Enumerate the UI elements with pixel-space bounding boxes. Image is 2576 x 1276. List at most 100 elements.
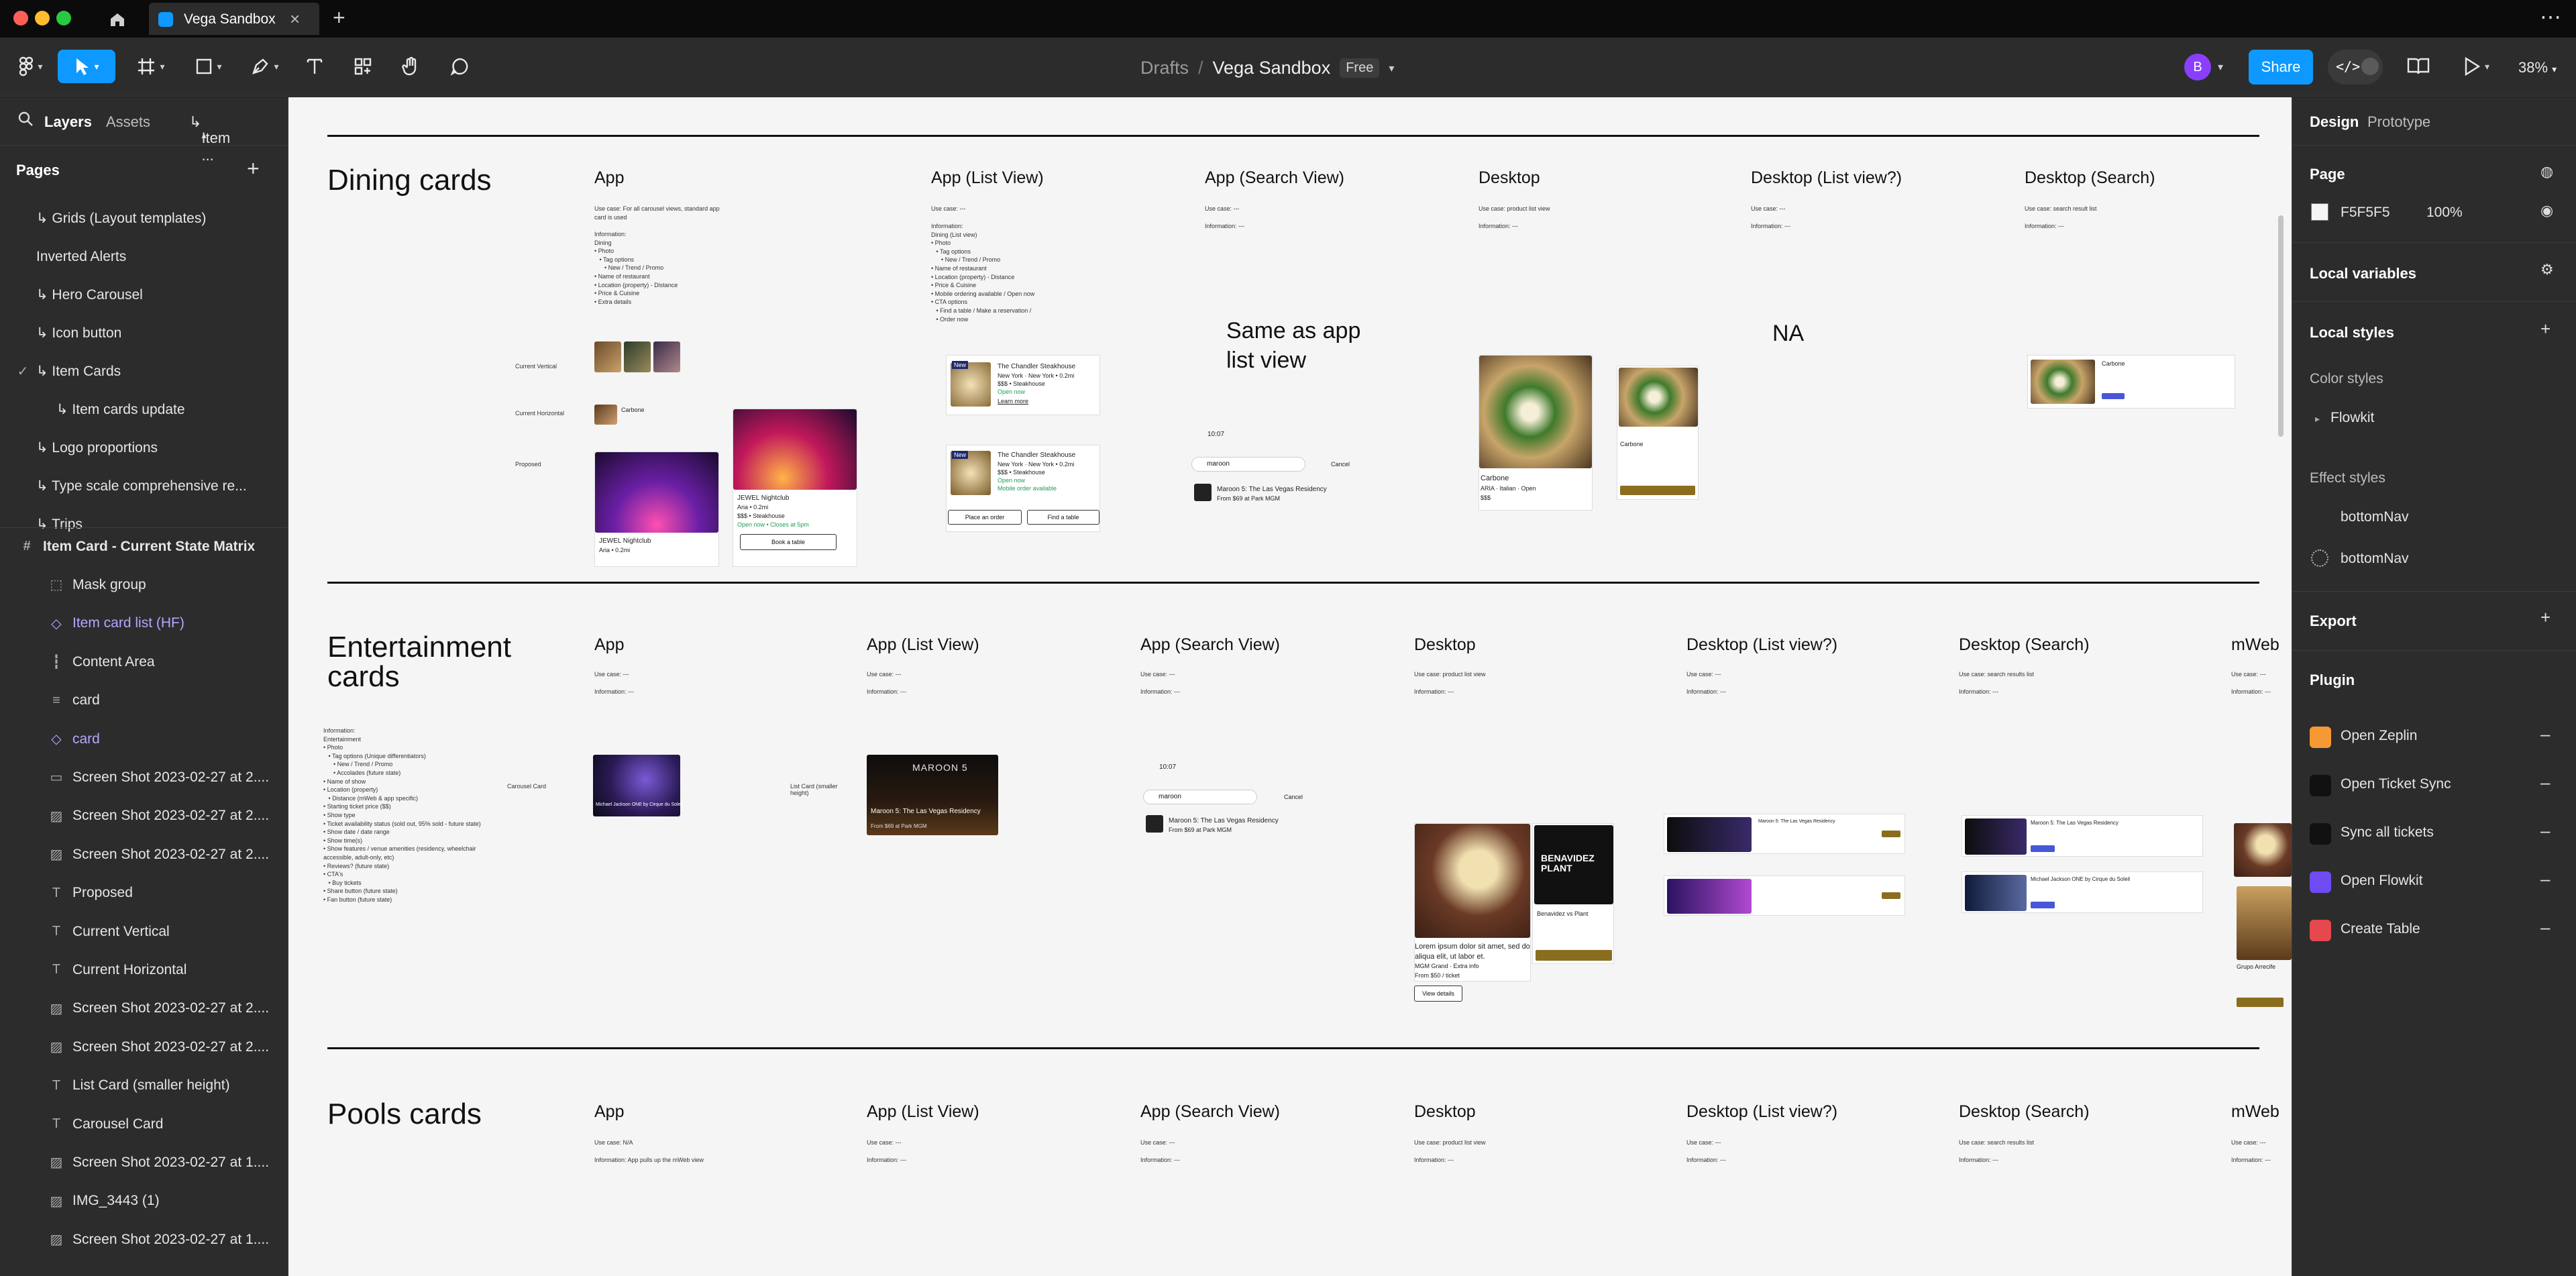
- shape-tool-button[interactable]: ▾: [185, 50, 232, 83]
- effect-style-item[interactable]: bottomNav: [2341, 509, 2409, 525]
- zoom-window-button[interactable]: [56, 11, 71, 25]
- desktop-search-card[interactable]: Michael Jackson ONE by Cirque du Soleil: [1962, 871, 2203, 913]
- desktop-search-card[interactable]: Maroon 5: The Las Vegas Residency: [1962, 815, 2203, 857]
- page-item[interactable]: ↳ Hero Carousel: [0, 276, 288, 314]
- plugin-item[interactable]: Open Flowkit: [2341, 873, 2423, 889]
- close-window-button[interactable]: [13, 11, 28, 25]
- remove-plugin-icon[interactable]: –: [2540, 772, 2550, 793]
- plugin-item[interactable]: Open Zeplin: [2341, 728, 2417, 744]
- pen-tool-button[interactable]: ▾: [241, 50, 288, 83]
- learn-more-link[interactable]: Learn more: [998, 397, 1028, 405]
- add-export-icon[interactable]: +: [2540, 607, 2551, 628]
- effect-style-item[interactable]: bottomNav: [2341, 551, 2409, 567]
- window-menu-icon[interactable]: ⋯: [2540, 4, 2561, 30]
- page-color-swatch[interactable]: [2311, 203, 2328, 221]
- page-color-value[interactable]: F5F5F5: [2341, 205, 2390, 221]
- present-button[interactable]: ▾: [2463, 56, 2489, 76]
- page-item[interactable]: ↳ Item cards update: [0, 390, 288, 429]
- chevron-down-icon[interactable]: ▾: [2218, 60, 2223, 74]
- search-input[interactable]: maroon: [1191, 457, 1305, 472]
- book-table-button[interactable]: Book a table: [740, 534, 837, 550]
- proposed-card[interactable]: JEWEL Nightclub Aria • 0.2mi: [594, 451, 719, 567]
- cta-button[interactable]: [1620, 486, 1695, 495]
- page-item[interactable]: ↳ Icon button: [0, 314, 288, 352]
- file-name[interactable]: Vega Sandbox: [1213, 58, 1331, 78]
- eye-icon[interactable]: ◉: [2540, 202, 2553, 219]
- desktop-list-card[interactable]: Maroon 5: The Las Vegas Residency: [1664, 814, 1905, 854]
- layer-item[interactable]: ⬚ Mask group: [0, 566, 288, 604]
- list-card[interactable]: New The Chandler Steakhouse New York · N…: [946, 355, 1100, 415]
- tab-assets[interactable]: Assets: [106, 113, 150, 131]
- page-visibility-icon[interactable]: ◍: [2540, 163, 2553, 180]
- plugin-item[interactable]: Create Table: [2341, 921, 2420, 937]
- library-button[interactable]: [2407, 56, 2430, 80]
- page-opacity-value[interactable]: 100%: [2426, 205, 2463, 221]
- desktop-card[interactable]: BENAVIDEZ PLANT Benavidez vs Plant: [1532, 823, 1614, 964]
- layer-item[interactable]: T List Card (smaller height): [0, 1067, 288, 1105]
- hand-tool-button[interactable]: [394, 50, 428, 83]
- remove-plugin-icon[interactable]: –: [2540, 820, 2550, 841]
- tab-design[interactable]: Design: [2310, 113, 2359, 131]
- layer-item[interactable]: ▨ Screen Shot 2023-02-27 at 1....: [0, 1143, 288, 1181]
- minimize-window-button[interactable]: [35, 11, 50, 25]
- layer-item[interactable]: ▭ Screen Shot 2023-02-27 at 2....: [0, 758, 288, 796]
- layer-item[interactable]: ≡ card: [0, 682, 288, 720]
- move-tool-button[interactable]: ▾: [58, 50, 115, 83]
- home-tab-button[interactable]: [101, 7, 134, 32]
- dev-mode-toggle[interactable]: </>: [2328, 50, 2383, 85]
- page-item[interactable]: ↳ Logo proportions: [0, 429, 288, 467]
- desktop-card[interactable]: Lorem ipsum dolor sit amet, sed do aliqu…: [1414, 823, 1531, 981]
- remove-plugin-icon[interactable]: –: [2540, 869, 2550, 890]
- chevron-down-icon[interactable]: ▾: [1389, 62, 1394, 75]
- add-style-icon[interactable]: +: [2540, 319, 2551, 339]
- layer-item[interactable]: ▨ Screen Shot 2023-02-27 at 2....: [0, 990, 288, 1028]
- page-item[interactable]: ↳ Type scale comprehensive re...: [0, 467, 288, 505]
- add-page-button[interactable]: +: [247, 156, 260, 181]
- desktop-search-card[interactable]: Carbone: [2027, 355, 2235, 409]
- tab-prototype[interactable]: Prototype: [2367, 113, 2430, 131]
- remove-plugin-icon[interactable]: –: [2540, 917, 2550, 938]
- local-variables-header[interactable]: Local variables: [2310, 265, 2416, 282]
- main-menu-button[interactable]: ▾: [12, 50, 50, 83]
- plugin-item[interactable]: Open Ticket Sync: [2341, 776, 2451, 792]
- proposed-card[interactable]: JEWEL Nightclub Aria • 0.2mi $$$ • Steak…: [733, 409, 857, 567]
- page-item[interactable]: ✓ ↳ Item Cards: [0, 352, 288, 390]
- layer-item[interactable]: T Proposed: [0, 874, 288, 912]
- breadcrumb-drafts-link[interactable]: Drafts: [1140, 58, 1189, 78]
- canvas-scrollbar[interactable]: [2278, 215, 2284, 437]
- search-result-title[interactable]: Maroon 5: The Las Vegas Residency: [1169, 816, 1279, 826]
- layer-item[interactable]: ▨ IMG_3443 (1): [0, 1182, 288, 1220]
- variables-icon[interactable]: ⚙: [2540, 261, 2554, 278]
- plugin-item[interactable]: Sync all tickets: [2341, 825, 2434, 841]
- color-style-group[interactable]: ▸ Flowkit: [2315, 410, 2374, 426]
- layer-item[interactable]: ▨ Screen Shot 2023-02-27 at 2....: [0, 797, 288, 835]
- layer-item[interactable]: ▨ Screen Shot 2023-02-27 at 2....: [0, 835, 288, 873]
- cancel-link[interactable]: Cancel: [1284, 793, 1303, 801]
- avatar[interactable]: B: [2184, 54, 2211, 81]
- page-item[interactable]: Inverted Alerts: [0, 237, 288, 276]
- share-button[interactable]: Share: [2249, 50, 2313, 85]
- layer-item[interactable]: ▨ Screen Shot 2023-02-27 at 1....: [0, 1220, 288, 1259]
- search-input[interactable]: maroon: [1143, 790, 1257, 804]
- cta-button[interactable]: [2031, 902, 2055, 908]
- desktop-card[interactable]: Carbone ARIA · Italian · Open $$$: [1479, 355, 1593, 511]
- place-order-button[interactable]: Place an order: [948, 510, 1022, 525]
- page-item[interactable]: ↳ Grids (Layout templates): [0, 199, 288, 237]
- text-tool-button[interactable]: [298, 50, 331, 83]
- remove-plugin-icon[interactable]: –: [2540, 724, 2550, 745]
- new-tab-button[interactable]: +: [333, 5, 345, 30]
- design-canvas[interactable]: Dining cards App App (List View) App (Se…: [288, 97, 2292, 1276]
- frame-tool-button[interactable]: ▾: [127, 50, 174, 83]
- layer-item[interactable]: ◇ Item card list (HF): [0, 604, 288, 643]
- view-details-button[interactable]: View details: [1414, 986, 1462, 1002]
- tab-layers[interactable]: Layers: [44, 113, 92, 131]
- buy-tickets-button[interactable]: [1882, 831, 1900, 837]
- buy-tickets-button[interactable]: [2237, 998, 2284, 1007]
- layer-item[interactable]: # Item Card - Current State Matrix: [0, 527, 288, 566]
- cta-button[interactable]: [2102, 393, 2125, 399]
- search-result-title[interactable]: Maroon 5: The Las Vegas Residency: [1217, 485, 1327, 494]
- buy-tickets-button[interactable]: [1536, 950, 1612, 961]
- close-tab-icon[interactable]: ×: [290, 9, 300, 30]
- cta-button[interactable]: [2031, 845, 2055, 852]
- current-page-selector[interactable]: ↳ Item ... ▴: [189, 113, 230, 164]
